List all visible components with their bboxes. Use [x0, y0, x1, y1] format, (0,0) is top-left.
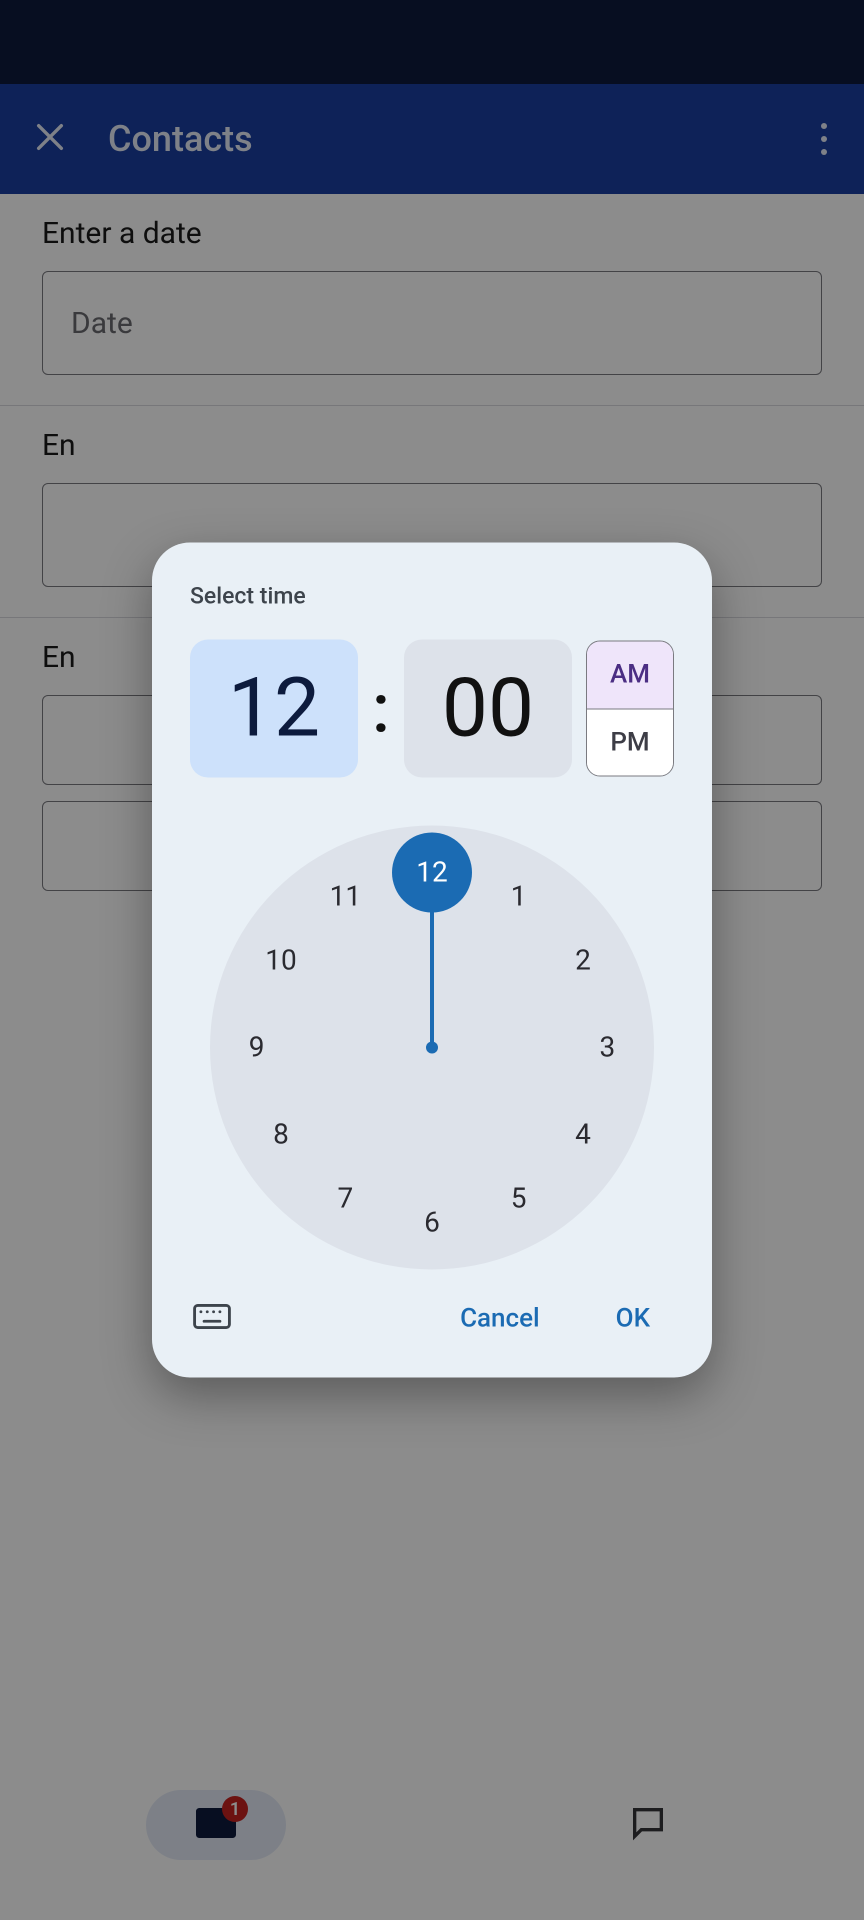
keyboard-icon [193, 1303, 231, 1335]
clock-face[interactable]: 12 1 2 3 4 5 6 7 8 9 10 11 [210, 826, 654, 1270]
hour-selector[interactable]: 12 [190, 640, 358, 778]
time-display-row: 12 : 00 AM PM [190, 640, 674, 778]
pm-button[interactable]: PM [587, 709, 673, 776]
keyboard-input-button[interactable] [190, 1297, 234, 1341]
time-colon: : [372, 669, 390, 749]
cancel-button[interactable]: Cancel [436, 1294, 564, 1344]
am-button[interactable]: AM [587, 642, 673, 710]
minute-selector[interactable]: 00 [404, 640, 572, 778]
clock-hour-2[interactable]: 2 [543, 921, 623, 1001]
time-picker-dialog: Select time 12 : 00 AM PM 12 1 2 3 4 5 6… [152, 543, 712, 1378]
screen: Contacts Enter a date Date En En [0, 0, 864, 1920]
clock-hour-11[interactable]: 11 [305, 857, 385, 937]
clock-hour-3[interactable]: 3 [567, 1008, 647, 1088]
clock-center-dot [426, 1042, 438, 1054]
dialog-actions: Cancel OK [190, 1294, 674, 1344]
dialog-title: Select time [190, 583, 674, 610]
clock-hour-9[interactable]: 9 [217, 1008, 297, 1088]
ampm-toggle: AM PM [586, 641, 674, 777]
clock-hour-8[interactable]: 8 [241, 1094, 321, 1174]
ok-button[interactable]: OK [592, 1294, 674, 1344]
clock-hour-12[interactable]: 12 [392, 832, 472, 912]
clock-face-container: 12 1 2 3 4 5 6 7 8 9 10 11 [190, 826, 674, 1270]
clock-hour-6[interactable]: 6 [392, 1183, 472, 1263]
clock-hour-5[interactable]: 5 [479, 1158, 559, 1238]
